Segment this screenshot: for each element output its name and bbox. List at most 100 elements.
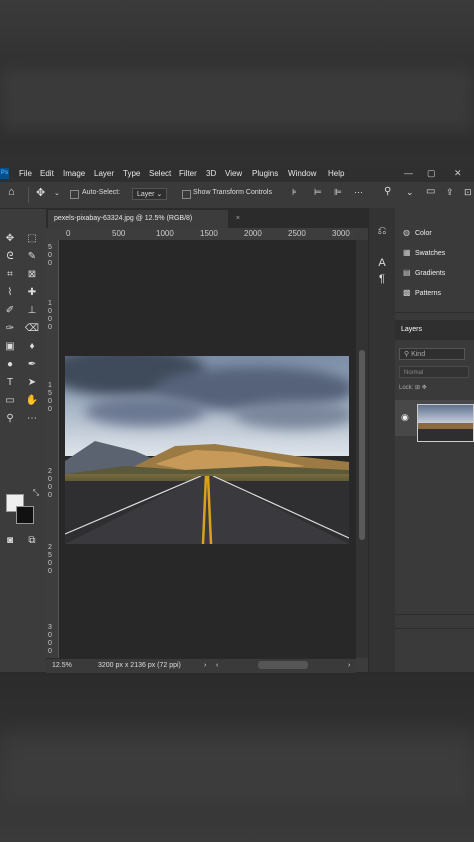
panel-item-swatches[interactable]: ▦ Swatches bbox=[403, 248, 445, 257]
chevron-down-icon[interactable]: ⌄ bbox=[54, 189, 60, 197]
crop-tool-icon[interactable]: ⌗ bbox=[2, 268, 18, 282]
visibility-eye-icon[interactable]: ◉ bbox=[401, 412, 409, 423]
tools-panel: ✥ ⬚ ᘓ ✎ ⌗ ⊠ ⌇ ✚ ✐ ⊥ ✑ ⌫ ▣ ♦ ● ✒ T ➤ ▭ ✋ … bbox=[0, 228, 47, 672]
close-icon[interactable]: ✕ bbox=[454, 168, 462, 179]
status-arrow-icon[interactable]: › bbox=[204, 662, 206, 669]
ruler-tick: 0 bbox=[48, 568, 52, 575]
panel-item-patterns[interactable]: ▩ Patterns bbox=[403, 288, 441, 297]
lock-pixels-icon[interactable]: ⊞ bbox=[415, 385, 420, 391]
shape-tool-icon[interactable]: ▭ bbox=[2, 394, 18, 408]
document-tab-title: pexels-pixabay-63324.jpg @ 12.5% (RGB/8) bbox=[54, 215, 193, 222]
ruler-tick: 5 bbox=[48, 552, 52, 559]
type-tool-icon[interactable]: T bbox=[2, 376, 18, 390]
history-brush-tool-icon[interactable]: ✑ bbox=[2, 322, 18, 336]
quick-mask-icon[interactable]: ◙ bbox=[2, 534, 18, 548]
photoshop-logo: Ps bbox=[0, 168, 9, 179]
maximize-icon[interactable]: ▢ bbox=[427, 168, 436, 179]
scroll-right-icon[interactable]: › bbox=[348, 662, 350, 669]
layer-dropdown[interactable]: Layer ⌄ bbox=[132, 188, 168, 200]
scrollbar-thumb[interactable] bbox=[359, 350, 365, 540]
menu-view[interactable]: View bbox=[225, 169, 242, 178]
menu-file[interactable]: File bbox=[19, 169, 32, 178]
tab-layers[interactable]: Layers bbox=[395, 320, 474, 340]
ruler-tick: 5 bbox=[48, 244, 52, 251]
search-icon[interactable]: ⚲ bbox=[384, 186, 391, 197]
healing-tool-icon[interactable]: ✚ bbox=[24, 286, 40, 300]
document-image[interactable] bbox=[65, 356, 349, 544]
quick-select-tool-icon[interactable]: ✎ bbox=[24, 250, 40, 264]
zoom-level[interactable]: 12.5% bbox=[52, 662, 72, 669]
menu-filter[interactable]: Filter bbox=[179, 169, 197, 178]
stamp-tool-icon[interactable]: ⊥ bbox=[24, 304, 40, 318]
minimize-icon[interactable]: — bbox=[404, 168, 413, 178]
panel-icon-strip: ⎌ A ¶ bbox=[368, 208, 395, 672]
brush-tool-icon[interactable]: ✐ bbox=[2, 304, 18, 318]
menu-bar: Ps File Edit Image Layer Type Select Fil… bbox=[0, 166, 474, 182]
align-right-icon[interactable]: ⊫ bbox=[334, 187, 342, 198]
tab-close-icon[interactable]: × bbox=[236, 210, 240, 228]
eraser-tool-icon[interactable]: ⌫ bbox=[24, 322, 40, 336]
screen-mode-icon[interactable]: ⧉ bbox=[24, 534, 40, 548]
photoshop-window: Ps File Edit Image Layer Type Select Fil… bbox=[0, 166, 474, 673]
menu-image[interactable]: Image bbox=[63, 169, 85, 178]
menu-window[interactable]: Window bbox=[288, 169, 316, 178]
move-tool-icon[interactable]: ✥ bbox=[36, 186, 45, 199]
show-transform-checkbox[interactable] bbox=[182, 190, 191, 199]
share-icon[interactable]: ⇪ bbox=[446, 187, 454, 198]
ruler-tick: 1 bbox=[48, 300, 52, 307]
scroll-left-icon[interactable]: ‹ bbox=[216, 662, 218, 669]
background-color-swatch[interactable] bbox=[16, 506, 34, 524]
blend-mode-select[interactable]: Normal bbox=[399, 366, 469, 378]
ruler-tick: 0 bbox=[48, 252, 52, 259]
horizontal-scrollbar-thumb[interactable] bbox=[258, 661, 308, 669]
panel-item-gradients[interactable]: ▤ Gradients bbox=[403, 268, 445, 277]
ruler-tick: 0 bbox=[48, 316, 52, 323]
ruler-tick: 2500 bbox=[288, 229, 306, 238]
vertical-scrollbar[interactable] bbox=[356, 240, 368, 658]
lock-position-icon[interactable]: ✥ bbox=[422, 385, 427, 391]
eyedropper-tool-icon[interactable]: ⌇ bbox=[2, 286, 18, 300]
gradients-icon: ▤ bbox=[403, 268, 411, 277]
more-icon[interactable]: ⊡ bbox=[464, 187, 472, 198]
gradient-tool-icon[interactable]: ▣ bbox=[2, 340, 18, 354]
hand-tool-icon[interactable]: ✋ bbox=[24, 394, 40, 408]
menu-3d[interactable]: 3D bbox=[206, 169, 216, 178]
frame-tool-icon[interactable]: ⊠ bbox=[24, 268, 40, 282]
menu-plugins[interactable]: Plugins bbox=[252, 169, 278, 178]
layer-row[interactable]: ◉ bbox=[395, 400, 474, 442]
workspace-icon[interactable]: ⌄ bbox=[406, 187, 414, 198]
align-center-icon[interactable]: ⊨ bbox=[314, 187, 322, 198]
menu-edit[interactable]: Edit bbox=[40, 169, 54, 178]
image-road bbox=[65, 476, 349, 544]
auto-select-checkbox[interactable] bbox=[70, 190, 79, 199]
distribute-icon[interactable]: ⋯ bbox=[354, 187, 363, 198]
dodge-tool-icon[interactable]: ● bbox=[2, 358, 18, 372]
marquee-tool-icon[interactable]: ⬚ bbox=[24, 232, 40, 246]
image-cloud bbox=[85, 396, 205, 426]
document-tab[interactable]: pexels-pixabay-63324.jpg @ 12.5% (RGB/8)… bbox=[48, 210, 240, 228]
zoom-tool-icon[interactable]: ⚲ bbox=[2, 412, 18, 426]
character-icon[interactable]: A bbox=[375, 256, 389, 270]
swap-colors-icon[interactable]: ⤡ bbox=[28, 486, 44, 500]
color-icon: ◍ bbox=[403, 228, 410, 237]
menu-type[interactable]: Type bbox=[123, 169, 140, 178]
layer-filter-kind[interactable]: ⚲ Kind bbox=[399, 348, 465, 360]
home-icon[interactable]: ⌂ bbox=[8, 186, 15, 198]
history-icon[interactable]: ⎌ bbox=[375, 224, 389, 238]
workspace-layout-icon[interactable]: ▭ bbox=[426, 186, 435, 197]
pen-tool-icon[interactable]: ✒ bbox=[24, 358, 40, 372]
ruler-tick: 0 bbox=[48, 406, 52, 413]
divider bbox=[28, 187, 29, 203]
panel-item-color[interactable]: ◍ Color bbox=[403, 228, 432, 237]
paragraph-icon[interactable]: ¶ bbox=[375, 272, 389, 286]
more-tools-icon[interactable]: ⋯ bbox=[24, 412, 40, 426]
path-select-tool-icon[interactable]: ➤ bbox=[24, 376, 40, 390]
align-left-icon[interactable]: ⊧ bbox=[292, 187, 297, 198]
blur-tool-icon[interactable]: ♦ bbox=[24, 340, 40, 354]
ruler-tick: 2 bbox=[48, 544, 52, 551]
menu-layer[interactable]: Layer bbox=[94, 169, 114, 178]
move-tool-icon[interactable]: ✥ bbox=[2, 232, 18, 246]
menu-select[interactable]: Select bbox=[149, 169, 171, 178]
lasso-tool-icon[interactable]: ᘓ bbox=[2, 250, 18, 264]
menu-help[interactable]: Help bbox=[328, 169, 344, 178]
